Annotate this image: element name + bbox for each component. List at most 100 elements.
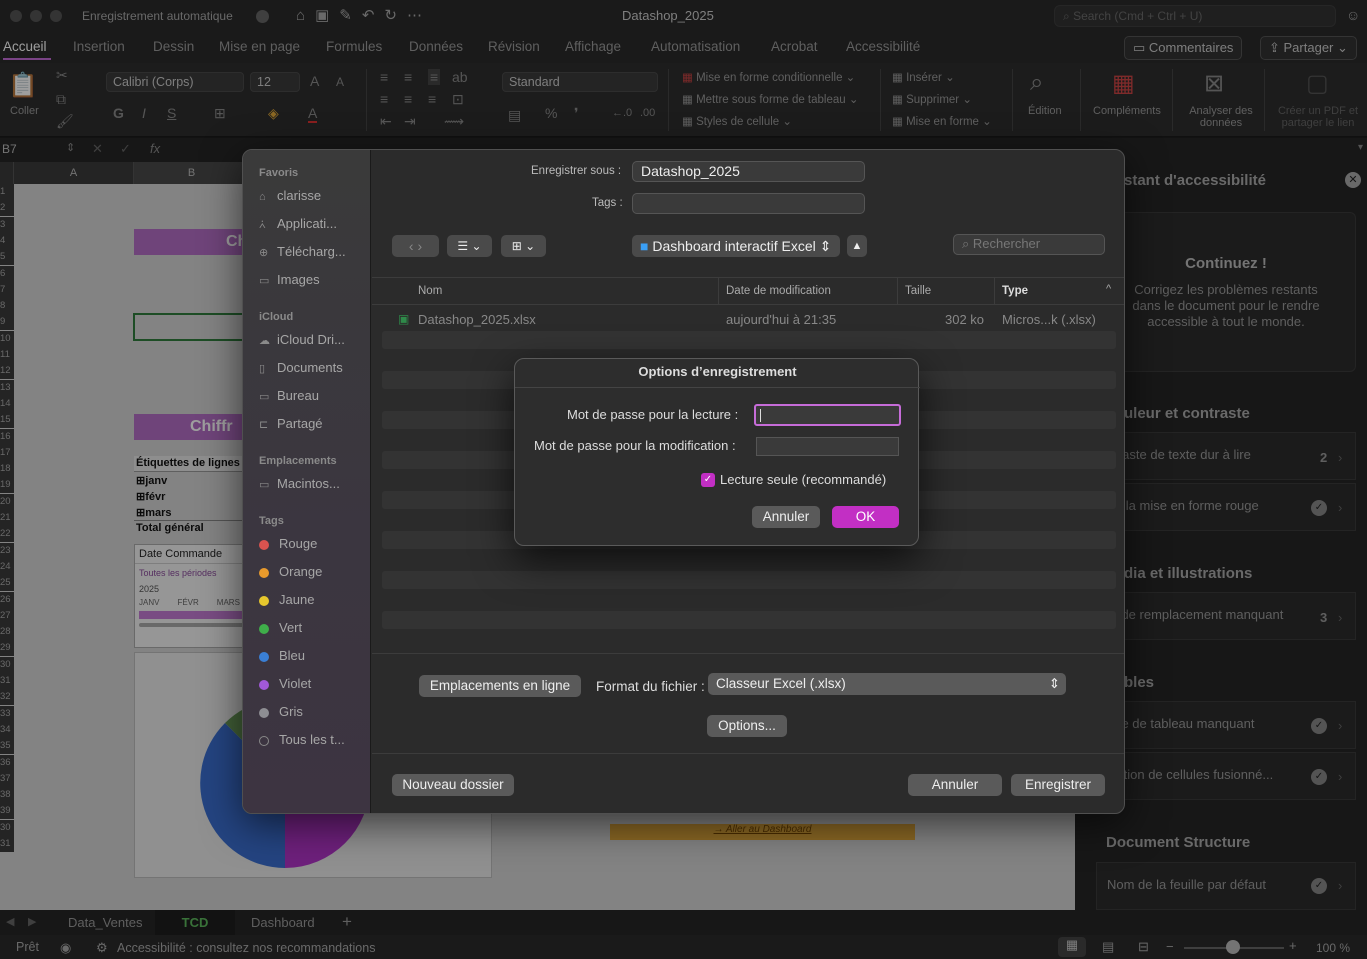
tag-label: Gris bbox=[279, 704, 303, 719]
column-date[interactable]: Date de modification bbox=[726, 285, 831, 297]
sidebar-item-images[interactable]: ▭ Images bbox=[259, 272, 320, 287]
list-view-button[interactable]: ☰ ⌄ bbox=[447, 235, 492, 257]
text-cursor bbox=[760, 409, 761, 422]
tag-color-icon bbox=[259, 567, 269, 578]
save-as-label: Enregistrer sous : bbox=[531, 165, 622, 177]
sidebar-item-label: Images bbox=[277, 272, 320, 287]
save-options-dialog: Options d’enregistrement Mot de passe po… bbox=[514, 358, 920, 546]
chevron-up-icon: ▲ bbox=[851, 240, 863, 252]
divider bbox=[372, 653, 1124, 654]
modify-password-input[interactable] bbox=[756, 437, 899, 456]
file-size: 302 ko bbox=[945, 312, 985, 327]
file-search-placeholder: Rechercher bbox=[972, 236, 1041, 251]
sidebar-tag-item[interactable]: Vert bbox=[259, 620, 302, 635]
tag-label: Violet bbox=[279, 676, 312, 691]
save-cancel-button[interactable]: Annuler bbox=[908, 774, 1002, 796]
column-divider bbox=[718, 278, 719, 304]
readonly-checkbox[interactable]: ✓ bbox=[701, 473, 715, 487]
options-cancel-button[interactable]: Annuler bbox=[752, 506, 820, 528]
tag-color-icon bbox=[259, 651, 269, 662]
cloud-icon: ☁ bbox=[259, 335, 270, 347]
column-divider bbox=[897, 278, 898, 304]
save-button[interactable]: Enregistrer bbox=[1011, 774, 1105, 796]
sidebar-tag-item[interactable]: Jaune bbox=[259, 592, 314, 607]
list-view-icon: ☰ ⌄ bbox=[457, 239, 482, 253]
sort-chevron-icon: ^ bbox=[1106, 283, 1112, 295]
tag-label: Rouge bbox=[279, 536, 318, 551]
options-ok-button[interactable]: OK bbox=[832, 506, 899, 528]
file-name: Datashop_2025.xlsx bbox=[418, 312, 536, 327]
tag-label: Bleu bbox=[279, 648, 306, 663]
file-row[interactable]: ▣ Datashop_2025.xlsx aujourd'hui à 21:35… bbox=[372, 310, 1124, 330]
sidebar-item-downloads[interactable]: ⊕ Télécharg... bbox=[259, 244, 346, 259]
sidebar-item-macintosh[interactable]: ▭ Macintos... bbox=[259, 476, 340, 491]
divider bbox=[372, 753, 1124, 754]
file-type: Micros...k (.xlsx) bbox=[1002, 312, 1096, 327]
sidebar-tag-item[interactable]: Tous les t... bbox=[259, 732, 345, 747]
images-icon: ▭ bbox=[259, 275, 270, 287]
sidebar-item-shared[interactable]: ⊏ Partagé bbox=[259, 416, 323, 431]
sidebar-item-label: Partagé bbox=[277, 416, 323, 431]
tags-input[interactable] bbox=[632, 193, 865, 214]
sidebar-item-label: Télécharg... bbox=[277, 244, 346, 259]
desktop-icon: ▭ bbox=[259, 391, 270, 403]
sidebar-item-applications[interactable]: ⩑ Applicati... bbox=[259, 216, 337, 232]
forward-icon[interactable]: › bbox=[417, 238, 422, 254]
updown-chevron-icon: ⇕ bbox=[819, 238, 832, 254]
tag-label: Jaune bbox=[279, 592, 315, 607]
sidebar-item-label: clarisse bbox=[277, 188, 322, 203]
sidebar-section-locations: Emplacements bbox=[259, 455, 337, 467]
sidebar-item-documents[interactable]: ▯ Documents bbox=[259, 360, 343, 375]
sidebar-section-tags: Tags bbox=[259, 515, 284, 527]
shared-folder-icon: ⊏ bbox=[259, 419, 269, 431]
sidebar-item-label: Documents bbox=[277, 360, 343, 375]
file-search-input[interactable]: ⌕ Rechercher bbox=[953, 234, 1105, 255]
sidebar-tag-item[interactable]: Rouge bbox=[259, 536, 317, 551]
divider bbox=[515, 387, 920, 388]
column-divider bbox=[994, 278, 995, 304]
excel-file-icon: ▣ bbox=[398, 312, 410, 326]
file-format-popup[interactable]: Classeur Excel (.xlsx) ⇕ bbox=[708, 673, 1066, 695]
sidebar-tag-item[interactable]: Violet bbox=[259, 676, 311, 691]
icon-view-button[interactable]: ⊞ ⌄ bbox=[501, 235, 546, 257]
sidebar-tag-item[interactable]: Gris bbox=[259, 704, 303, 719]
read-password-input[interactable] bbox=[754, 404, 901, 426]
grid-view-icon: ⊞ ⌄ bbox=[511, 239, 536, 253]
new-folder-button[interactable]: Nouveau dossier bbox=[392, 774, 514, 796]
tag-color-icon bbox=[259, 679, 269, 690]
tag-color-icon bbox=[259, 707, 269, 718]
readonly-label: Lecture seule (recommandé) bbox=[720, 472, 887, 487]
read-password-label: Mot de passe pour la lecture : bbox=[567, 407, 739, 422]
sidebar-tag-item[interactable]: Orange bbox=[259, 564, 322, 579]
sidebar-item-icloud-drive[interactable]: ☁ iCloud Dri... bbox=[259, 332, 345, 347]
sidebar-item-desktop[interactable]: ▭ Bureau bbox=[259, 388, 319, 403]
document-icon: ▯ bbox=[259, 363, 266, 375]
column-size[interactable]: Taille bbox=[905, 285, 931, 297]
options-button[interactable]: Options... bbox=[707, 715, 787, 737]
downloads-icon: ⊕ bbox=[259, 247, 269, 259]
tag-color-icon bbox=[259, 539, 269, 550]
file-row-empty bbox=[382, 611, 1116, 629]
save-as-input[interactable]: Datashop_2025 bbox=[632, 161, 865, 182]
sidebar-item-home[interactable]: ⌂ clarisse bbox=[259, 188, 321, 203]
applications-icon: ⩑ bbox=[259, 219, 266, 231]
sidebar-tag-item[interactable]: Bleu bbox=[259, 648, 305, 663]
file-format-label: Format du fichier : bbox=[596, 679, 705, 694]
column-name[interactable]: Nom bbox=[418, 285, 442, 297]
file-row-empty bbox=[382, 571, 1116, 589]
modify-password-label: Mot de passe pour la modification : bbox=[534, 438, 736, 453]
back-icon[interactable]: ‹ bbox=[409, 238, 414, 254]
tag-label: Vert bbox=[279, 620, 303, 635]
all-tags-icon bbox=[259, 735, 269, 746]
search-icon: ⌕ bbox=[962, 236, 973, 251]
sidebar-item-label: iCloud Dri... bbox=[277, 332, 345, 347]
updown-chevron-icon: ⇕ bbox=[1048, 676, 1060, 691]
collapse-button[interactable]: ▲ bbox=[847, 235, 867, 257]
column-type[interactable]: Type bbox=[1002, 285, 1028, 297]
sidebar-section-icloud: iCloud bbox=[259, 311, 294, 323]
file-list-header: Nom Date de modification Taille Type ^ bbox=[372, 277, 1124, 305]
sidebar-section-favorites: Favoris bbox=[259, 167, 299, 179]
back-forward-buttons[interactable]: ‹ › bbox=[392, 235, 439, 257]
location-popup[interactable]: ■ Dashboard interactif Excel ⇕ bbox=[632, 235, 840, 257]
online-locations-button[interactable]: Emplacements en ligne bbox=[419, 675, 581, 697]
